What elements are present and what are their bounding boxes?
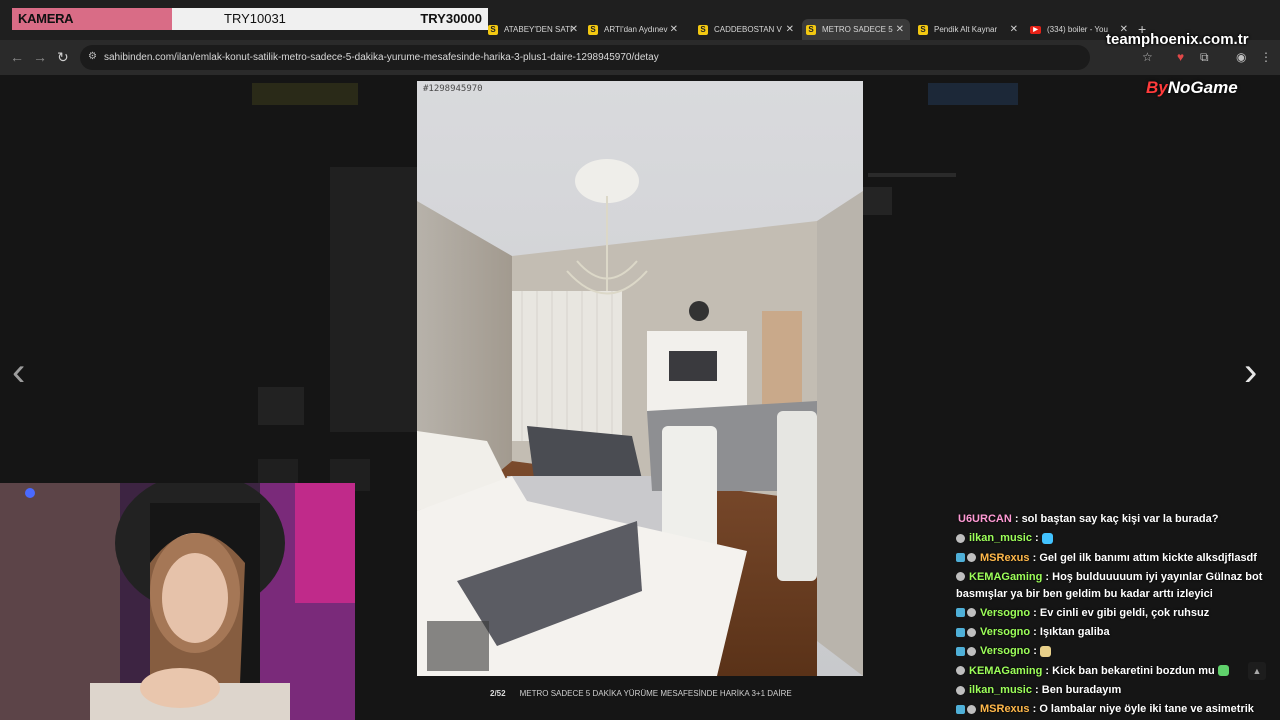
badge-icon [956, 666, 965, 676]
badge-icon [967, 553, 976, 563]
site-logo [252, 83, 358, 105]
gallery-caption-bar: 2/52 METRO SADECE 5 DAKİKA YÜRÜME MESAFE… [417, 683, 863, 703]
camera-label: KAMERA [12, 8, 172, 30]
close-icon[interactable]: ✕ [1010, 24, 1018, 35]
divider [868, 173, 956, 177]
main-image-bg [330, 167, 420, 432]
tab-2[interactable]: S CADDEBOSTAN V ✕ [694, 19, 800, 40]
chat-message: ilkan_music : [956, 529, 1274, 548]
badge-icon [967, 704, 976, 714]
brand-name: NoGame [1167, 78, 1238, 97]
living-room-photo [417, 81, 863, 676]
chevron-right-icon[interactable]: › [1244, 352, 1257, 392]
sahibinden-icon: S [488, 24, 498, 35]
stream-chat: U6URCAN : sol baştan say kaç kişi var la… [956, 510, 1274, 720]
webcam-feed [0, 483, 355, 720]
tab-1[interactable]: S ARTI'dan Aydınev ✕ [584, 19, 684, 40]
tab-4[interactable]: S Pendik Alt Kaynar ✕ [914, 19, 1024, 40]
badge-icon [967, 627, 976, 637]
stream-overlay-bar: KAMERA TRY10031 TRY30000 [12, 8, 488, 30]
photo-counter: 2/52 [490, 688, 506, 698]
donation-panel: TRY10031 TRY30000 [172, 8, 488, 30]
badge-icon [956, 647, 965, 657]
address-toolbar: ← → ↻ ⚙ sahibinden.com/ilan/emlak-konut-… [0, 40, 1280, 75]
sahibinden-icon: S [698, 24, 708, 35]
chat-message: Versogno : [956, 642, 1274, 661]
menu-icon[interactable]: ⋮ [1260, 50, 1272, 64]
emote-icon [1041, 532, 1053, 544]
chat-message: Versogno : Işıktan galiba [956, 623, 1274, 642]
screen: { "overlay": { "camera_label": "KAMERA",… [0, 0, 1280, 720]
bynogame-logo: ByNoGame [1146, 78, 1238, 98]
badge-icon [967, 608, 976, 618]
badge-icon [956, 704, 965, 714]
chat-message: KEMAGaming : Hoş bulduuuuum iyi yayınlar… [956, 570, 1263, 600]
close-icon[interactable]: ✕ [670, 24, 678, 35]
extension-heart-icon[interactable]: ♥ [1177, 50, 1184, 64]
agent-logo [862, 187, 892, 215]
badge-icon [956, 608, 965, 618]
badge-icon [956, 627, 965, 637]
site-watermark: teamphoenix.com.tr [1106, 31, 1249, 48]
tab-0[interactable]: S ATABEY'DEN SATI ✕ [484, 19, 584, 40]
badge-icon [956, 533, 965, 543]
sahibinden-icon: S [806, 24, 816, 35]
chat-message: MSRexus : O lambalar niye öyle iki tane … [956, 700, 1274, 719]
chat-message: ilkan_music : Ben buradayım [956, 681, 1274, 700]
address-bar[interactable]: ⚙ sahibinden.com/ilan/emlak-konut-satili… [80, 45, 1090, 70]
chevron-left-icon[interactable]: ‹ [12, 352, 25, 392]
extensions-icon[interactable]: ⧉ [1200, 50, 1209, 65]
badge-icon [956, 553, 965, 563]
chat-message: U6URCAN : sol baştan say kaç kişi var la… [958, 513, 1219, 525]
streamer-webcam-image [0, 483, 355, 720]
close-icon[interactable]: ✕ [570, 24, 578, 35]
sahibinden-icon: S [918, 24, 928, 35]
badge-icon [956, 685, 965, 695]
youtube-icon: ▶ [1030, 25, 1041, 34]
forward-icon[interactable]: → [33, 49, 47, 65]
chat-scroll-up-icon[interactable]: ▲ [1248, 662, 1266, 680]
thumb [258, 387, 304, 425]
emote-icon [1217, 665, 1229, 677]
close-icon[interactable]: ✕ [896, 24, 904, 35]
gallery-photo: #1298945970 [417, 81, 863, 676]
brand-prefix: By [1146, 78, 1168, 97]
badge-icon [956, 572, 965, 582]
chat-message: MSRexus : Gel gel ilk banımı attım kickt… [956, 549, 1274, 568]
chat-message: Versogno : Ev cinli ev gibi geldi, çok r… [956, 604, 1274, 623]
listing-id: #1298945970 [423, 84, 483, 94]
url-text: sahibinden.com/ilan/emlak-konut-satilik-… [104, 52, 659, 63]
tab-3-active[interactable]: S METRO SADECE 5 ✕ [802, 19, 910, 40]
badge-icon [967, 647, 976, 657]
emote-icon [1039, 646, 1051, 658]
photo-caption: METRO SADECE 5 DAKİKA YÜRÜME MESAFESİNDE… [519, 688, 792, 698]
close-icon[interactable]: ✕ [786, 24, 794, 35]
reload-icon[interactable]: ↻ [57, 49, 69, 66]
chat-message: KEMAGaming : Kick ban bekaretini bozdun … [956, 662, 1274, 681]
profile-icon[interactable]: ◉ [1236, 50, 1246, 64]
back-icon[interactable]: ← [10, 49, 24, 65]
post-ad-button [928, 83, 1018, 105]
donation-amount-2: TRY30000 [420, 11, 482, 26]
sahibinden-icon: S [588, 24, 598, 35]
donation-amount-1: TRY10031 [224, 11, 286, 26]
site-info-icon[interactable]: ⚙ [88, 51, 97, 62]
bookmark-star-icon[interactable]: ☆ [1142, 50, 1153, 64]
